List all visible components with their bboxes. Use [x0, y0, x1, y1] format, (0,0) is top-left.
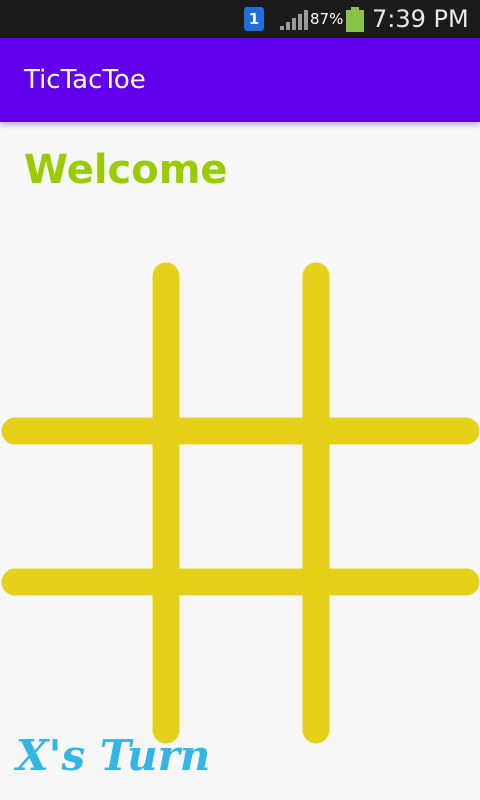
- board-cell-0[interactable]: [0, 250, 152, 416]
- board-cell-2[interactable]: [330, 250, 480, 416]
- notification-icon: 1: [244, 7, 264, 31]
- turn-indicator: X's Turn: [16, 731, 211, 780]
- board-cell-1[interactable]: [180, 250, 302, 416]
- signal-icon: [280, 10, 308, 30]
- battery-icon: [346, 7, 364, 32]
- clock: 7:39 PM: [372, 5, 469, 33]
- status-bar: 1 87% 7:39 PM: [0, 0, 480, 38]
- board-cell-5[interactable]: [330, 445, 480, 568]
- app-title: TicTacToe: [24, 65, 146, 95]
- board-cell-4[interactable]: [180, 445, 302, 568]
- board-cell-6[interactable]: [0, 596, 152, 750]
- board-cell-7[interactable]: [180, 596, 302, 750]
- game-board: [0, 250, 480, 750]
- battery-percent: 87%: [310, 10, 344, 28]
- app-bar: TicTacToe: [0, 38, 480, 122]
- welcome-heading: Welcome: [24, 147, 228, 193]
- board-cell-8[interactable]: [330, 596, 480, 750]
- board-cell-3[interactable]: [0, 445, 152, 568]
